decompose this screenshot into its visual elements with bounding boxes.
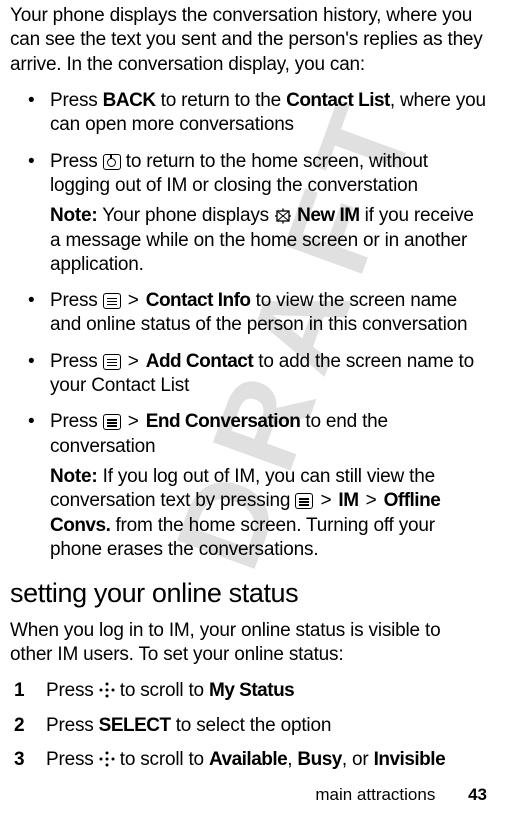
bullet-item-end-conversation: Press > End Conversation to end the conv… [50, 410, 487, 562]
text: Your phone displays [98, 205, 274, 226]
bullet-item-home: Press to return to the home screen, with… [50, 150, 487, 278]
note-block: Note: Your phone displays New IM if you … [50, 204, 487, 277]
intro-paragraph: Your phone displays the conversation his… [10, 4, 487, 77]
text: to select the option [171, 715, 332, 736]
step-3: Press to scroll to Available, Busy, or I… [46, 748, 487, 772]
text: to scroll to [115, 680, 209, 701]
page-content: Your phone displays the conversation his… [0, 0, 505, 772]
add-contact-label: Add Contact [146, 351, 253, 372]
step-2: Press SELECT to select the option [46, 714, 487, 738]
gt-separator: > [123, 411, 144, 432]
new-im-icon [274, 208, 292, 224]
text: Press [50, 290, 103, 311]
contact-list-label: Contact List [286, 90, 390, 111]
bullet-item-add-contact: Press > Add Contact to add the screen na… [50, 350, 487, 399]
back-key-label: BACK [103, 90, 156, 111]
note-label: Note: [50, 466, 98, 487]
text: , or [342, 749, 374, 770]
footer-section-label: main attractions [315, 785, 435, 804]
text: Press [50, 411, 103, 432]
select-key-label: SELECT [99, 715, 171, 736]
nav-icon [99, 682, 115, 698]
im-label: IM [338, 490, 358, 511]
gt-separator: > [123, 351, 144, 372]
menu-icon [295, 493, 313, 509]
steps-list: Press to scroll to My Status Press SELEC… [10, 679, 487, 772]
home-icon [103, 154, 121, 170]
text: to return to the [156, 90, 287, 111]
menu-icon [103, 354, 121, 370]
sub-intro-paragraph: When you log in to IM, your online statu… [10, 619, 487, 668]
nav-icon [99, 751, 115, 767]
text: Press [46, 715, 99, 736]
invisible-label: Invisible [374, 749, 446, 770]
text: Press [46, 680, 99, 701]
text: , [287, 749, 297, 770]
section-heading: setting your online status [10, 576, 487, 611]
text: Press [50, 151, 103, 172]
note-label: Note: [50, 205, 98, 226]
menu-icon [103, 293, 121, 309]
available-label: Available [209, 749, 287, 770]
bullet-list: Press BACK to return to the Contact List… [10, 89, 487, 562]
text: Press [46, 749, 99, 770]
text: to scroll to [115, 749, 209, 770]
gt-separator: > [123, 290, 144, 311]
my-status-label: My Status [209, 680, 294, 701]
page-footer: main attractions 43 [315, 785, 487, 805]
gt-separator: > [315, 490, 336, 511]
menu-icon [103, 414, 121, 430]
bullet-item-back: Press BACK to return to the Contact List… [50, 89, 487, 138]
gt-separator: > [361, 490, 382, 511]
step-1: Press to scroll to My Status [46, 679, 487, 703]
contact-info-label: Contact Info [146, 290, 251, 311]
bullet-item-contact-info: Press > Contact Info to view the screen … [50, 289, 487, 338]
text: Press [50, 90, 103, 111]
page-number: 43 [468, 785, 487, 804]
text: Press [50, 351, 103, 372]
busy-label: Busy [297, 749, 341, 770]
note-block: Note: If you log out of IM, you can stil… [50, 465, 487, 562]
new-im-label: New IM [297, 205, 359, 226]
end-conversation-label: End Conversation [146, 411, 301, 432]
